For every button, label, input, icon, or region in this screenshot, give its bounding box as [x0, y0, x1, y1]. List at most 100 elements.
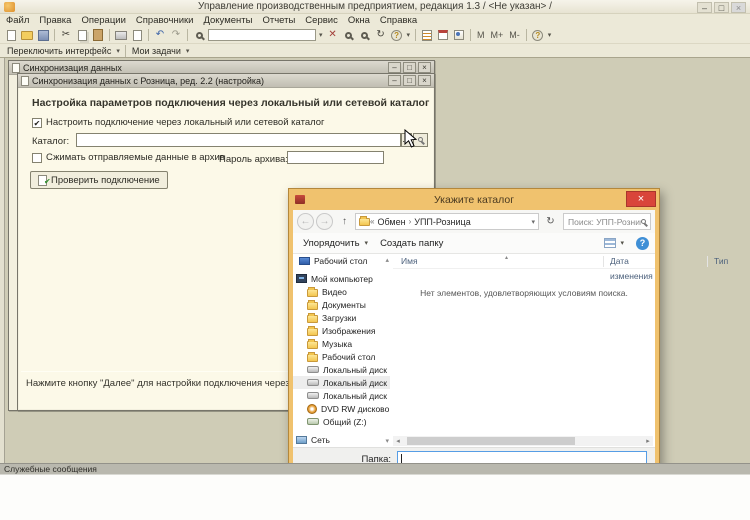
column-separator[interactable] [707, 256, 708, 267]
menu-windows[interactable]: Окна [348, 15, 370, 26]
catalog-input[interactable] [76, 133, 401, 147]
sidebar-item-downloads[interactable]: Загрузки [293, 311, 390, 324]
memory-subtract-button[interactable]: M- [506, 30, 523, 40]
redo-icon[interactable]: ↷ [168, 28, 184, 42]
sidebar-scroll-down-icon[interactable]: ▾ [385, 437, 389, 445]
menu-documents[interactable]: Документы [203, 15, 252, 26]
help-icon[interactable]: ? [389, 28, 405, 42]
copy-icon[interactable] [74, 28, 90, 42]
setup-window-titlebar[interactable]: Синхронизация данных с Розница, ред. 2.2… [18, 74, 434, 88]
clear-find-icon[interactable]: ✕ [325, 28, 341, 42]
sidebar-item-video[interactable]: Видео [293, 285, 390, 298]
menu-service[interactable]: Сервис [305, 15, 338, 26]
switch-interface-dropdown-icon[interactable]: ▾ [114, 47, 122, 55]
sidebar-item-shared-drive[interactable]: Общий (Z:) [293, 415, 390, 428]
sidebar-item-dvd[interactable]: DVD RW дисково [293, 402, 390, 415]
sidebar-item-desktop[interactable]: Рабочий стол [293, 254, 390, 267]
maximize-button[interactable]: □ [714, 2, 729, 13]
compress-checkbox[interactable] [32, 153, 42, 163]
menu-reports[interactable]: Отчеты [262, 15, 295, 26]
sync-close-button[interactable]: × [418, 62, 431, 73]
archive-password-input[interactable] [287, 151, 384, 164]
back-icon[interactable]: ← [297, 213, 314, 230]
search-input[interactable]: Поиск: УПП-Розница [563, 213, 651, 230]
sidebar-item-desktop-folder[interactable]: Рабочий стол [293, 350, 390, 363]
sidebar-item-network[interactable]: Сеть [293, 433, 390, 446]
dialog-body: ← → ↑ « Обмен › УПП-Розница ▾ ↻ Поиск: У… [293, 210, 655, 484]
organize-button[interactable]: Упорядочить ▾ [303, 238, 370, 249]
window-controls: – □ × [697, 2, 746, 13]
dialog-close-button[interactable]: × [626, 191, 656, 207]
dialog-help-icon[interactable]: ? [636, 237, 649, 250]
scroll-left-icon[interactable]: ◂ [393, 437, 403, 445]
find-previous-icon[interactable] [357, 28, 373, 42]
setup-maximize-button[interactable]: □ [403, 75, 416, 86]
up-icon[interactable]: ↑ [337, 214, 352, 229]
sidebar-item-music[interactable]: Музыка [293, 337, 390, 350]
sync-minimize-button[interactable]: – [388, 62, 401, 73]
menu-operations[interactable]: Операции [81, 15, 125, 26]
memory-add-button[interactable]: M+ [488, 30, 507, 40]
sidebar-item-local-disk-2[interactable]: Локальный диск [293, 376, 390, 389]
find-input[interactable] [208, 29, 316, 41]
cut-icon[interactable]: ✂ [58, 28, 74, 42]
new-folder-button[interactable]: Создать папку [380, 238, 443, 249]
connect-checkbox[interactable]: ✔ [32, 118, 42, 128]
sidebar-item-documents[interactable]: Документы [293, 298, 390, 311]
breadcrumb-current[interactable]: УПП-Розница [414, 217, 470, 227]
change-view-button[interactable]: ▾ [604, 238, 626, 248]
my-tasks-dropdown-icon[interactable]: ▾ [184, 47, 192, 55]
refresh-icon[interactable]: ↻ [373, 28, 389, 42]
setup-close-button[interactable]: × [418, 75, 431, 86]
new-document-icon[interactable] [3, 28, 19, 42]
scrollbar-track[interactable] [403, 437, 643, 445]
minimize-button[interactable]: – [697, 2, 712, 13]
find-icon[interactable] [191, 28, 207, 42]
save-icon[interactable] [35, 28, 51, 42]
service-messages-icon[interactable] [419, 28, 435, 42]
tips-dropdown-icon[interactable]: ▾ [546, 31, 554, 39]
menu-help[interactable]: Справка [380, 15, 417, 26]
my-tasks-button[interactable]: Мои задачи [132, 46, 181, 56]
switch-interface-button[interactable]: Переключить интерфейс [7, 46, 111, 56]
calendar-icon[interactable] [435, 28, 451, 42]
breadcrumb-collapse-icon[interactable]: « [370, 217, 374, 226]
menu-references[interactable]: Справочники [136, 15, 194, 26]
breadcrumb-parent[interactable]: Обмен [377, 217, 405, 227]
sync-maximize-button[interactable]: □ [403, 62, 416, 73]
help-dropdown-icon[interactable]: ▾ [405, 31, 413, 39]
column-type[interactable]: Тип [714, 254, 728, 269]
tips-icon[interactable]: ? [530, 28, 546, 42]
column-separator[interactable] [603, 256, 604, 267]
breadcrumb[interactable]: « Обмен › УПП-Розница ▾ [355, 213, 539, 230]
breadcrumb-dropdown-icon[interactable]: ▾ [531, 218, 535, 226]
close-button[interactable]: × [731, 2, 746, 13]
refresh-icon[interactable]: ↻ [543, 213, 558, 230]
print-icon[interactable] [113, 28, 129, 42]
column-name[interactable]: Имя [401, 254, 418, 269]
menu-file[interactable]: Файл [6, 15, 29, 26]
calculator-icon[interactable] [451, 28, 467, 42]
undo-icon[interactable]: ↶ [152, 28, 168, 42]
menu-edit[interactable]: Правка [39, 15, 71, 26]
paste-icon[interactable] [90, 28, 106, 42]
setup-minimize-button[interactable]: – [388, 75, 401, 86]
sidebar-scroll-up-icon[interactable]: ▴ [385, 256, 389, 264]
scroll-right-icon[interactable]: ▸ [643, 437, 653, 445]
find-next-icon[interactable] [341, 28, 357, 42]
column-date-modified[interactable]: Дата изменения [610, 254, 655, 269]
print-preview-icon[interactable] [129, 28, 145, 42]
scrollbar-thumb[interactable] [407, 437, 575, 445]
sidebar-item-local-disk-1[interactable]: Локальный диск [293, 363, 390, 376]
dialog-titlebar[interactable]: Укажите каталог [289, 189, 659, 210]
service-messages-header[interactable]: Служебные сообщения [0, 463, 750, 474]
open-icon[interactable] [19, 28, 35, 42]
check-connection-button[interactable]: ✔ Проверить подключение [30, 171, 168, 189]
horizontal-scrollbar[interactable]: ◂ ▸ [393, 436, 653, 446]
find-dropdown-icon[interactable]: ▾ [317, 31, 325, 39]
sidebar-item-local-disk-3[interactable]: Локальный диск [293, 389, 390, 402]
sidebar-item-pictures[interactable]: Изображения [293, 324, 390, 337]
memory-recall-button[interactable]: M [474, 30, 488, 40]
forward-icon[interactable]: → [316, 213, 333, 230]
sidebar-item-computer[interactable]: Мой компьютер [293, 272, 390, 285]
